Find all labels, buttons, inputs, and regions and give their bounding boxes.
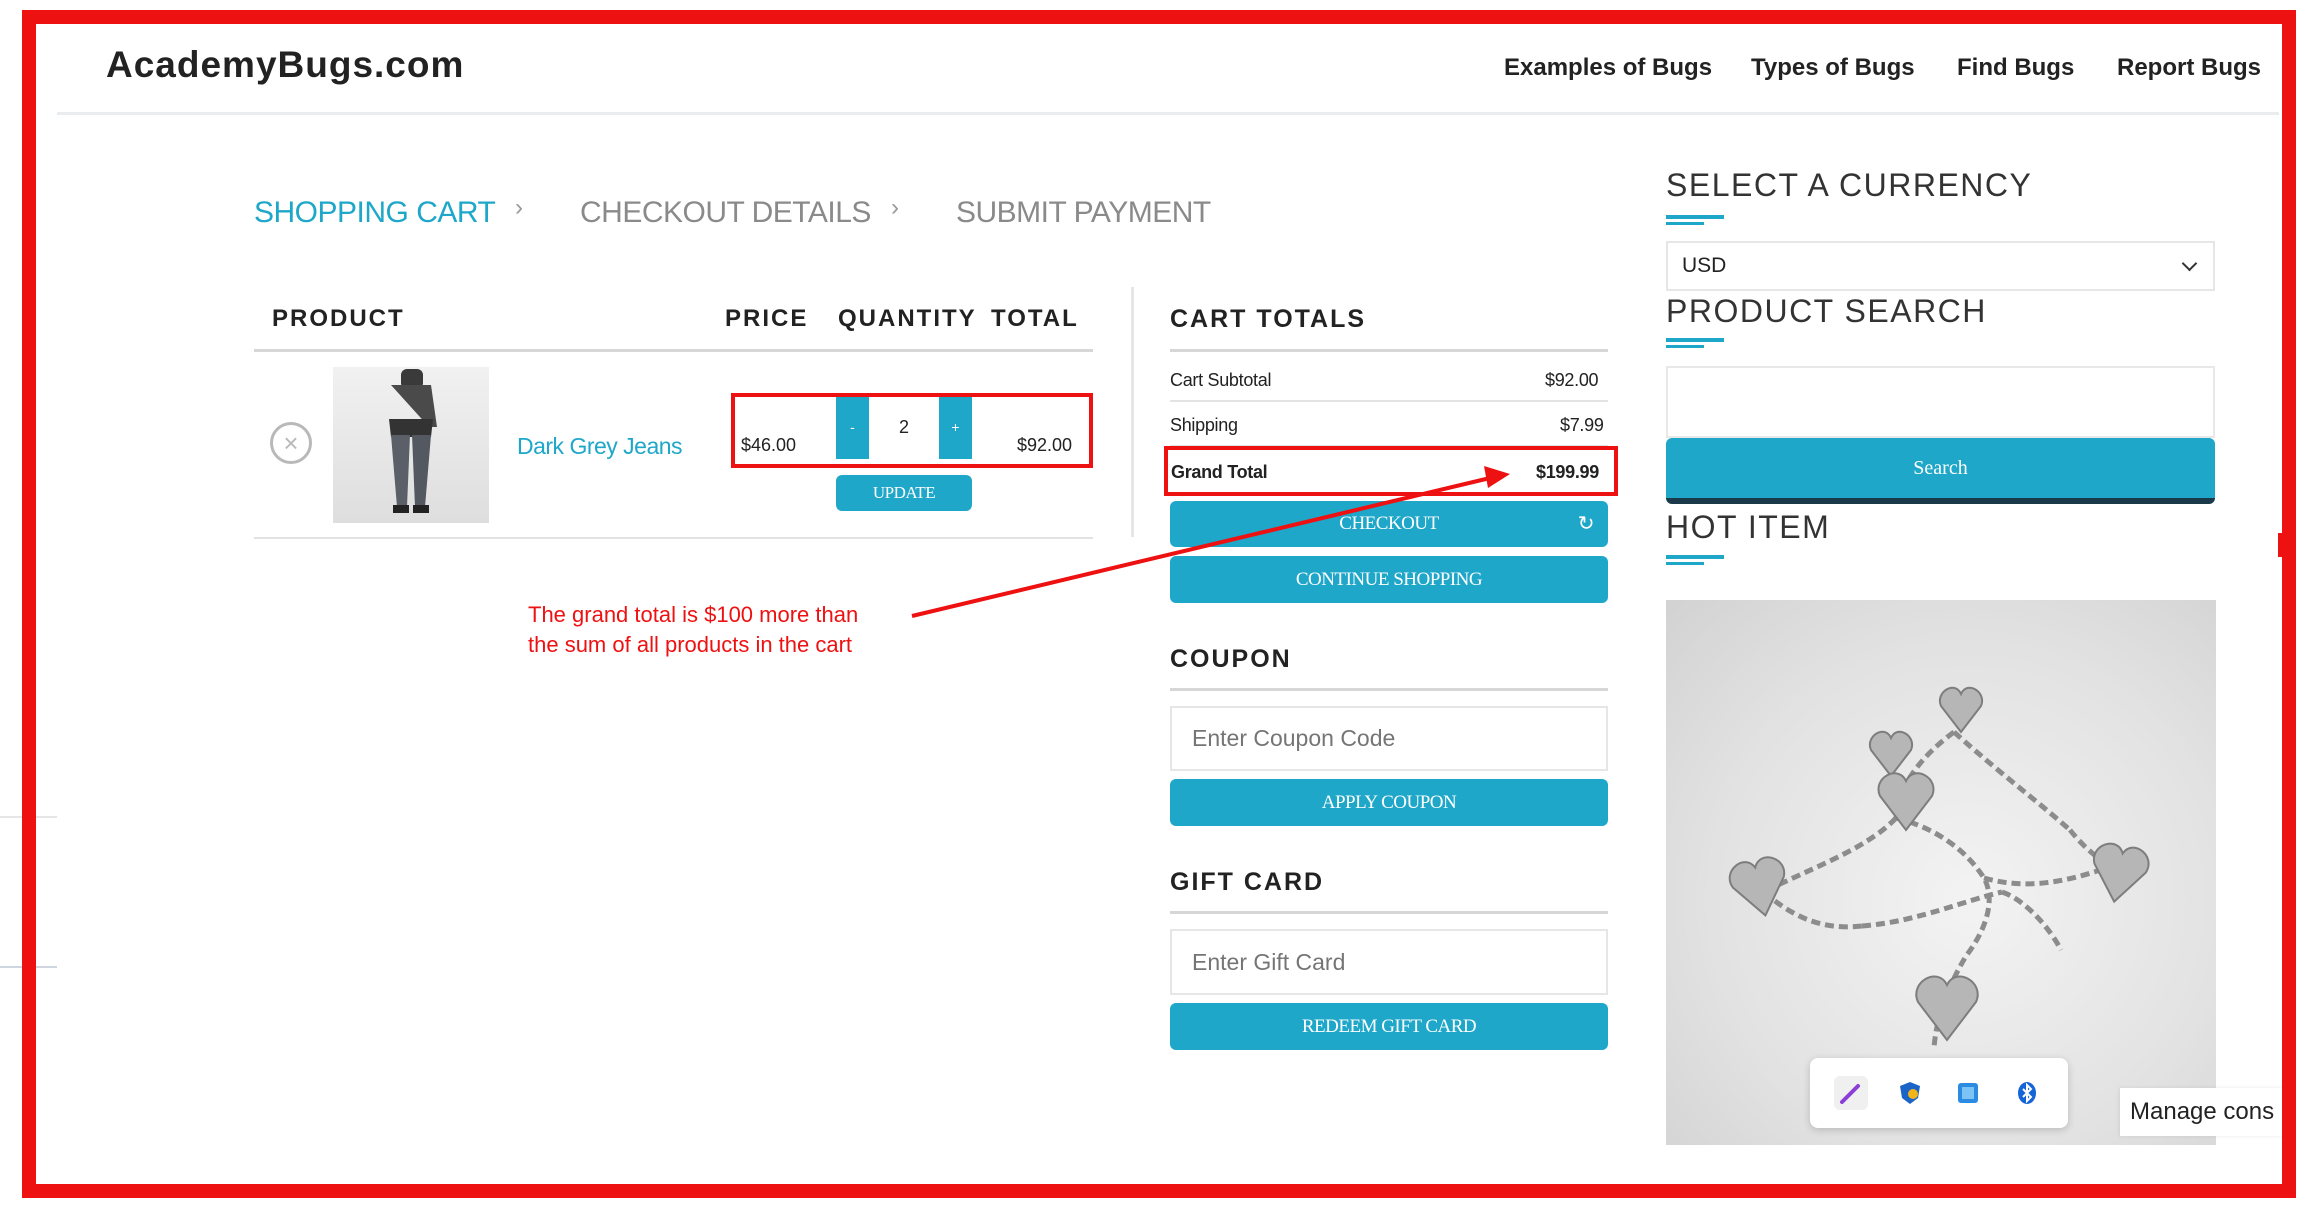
column-header-price: PRICE [725,305,809,332]
select-currency-title: SELECT A CURRENCY [1666,167,2033,203]
column-header-total: TOTAL [991,305,1079,332]
totals-row-divider [1170,400,1608,402]
annotation-line-1: The grand total is $100 more than [528,602,859,627]
breadcrumb-submit-payment[interactable]: SUBMIT PAYMENT [956,196,1211,230]
title-underline [1666,562,1704,565]
column-divider [1131,287,1134,537]
search-button[interactable]: Search [1666,438,2215,504]
title-underline [1666,215,1724,219]
title-underline [1666,345,1704,348]
gift-card-input[interactable] [1170,929,1608,995]
coupon-title: COUPON [1170,645,1292,673]
annotation-line-2: the sum of all products in the cart [528,632,853,657]
shield-icon[interactable] [1893,1076,1927,1110]
table-header-rule [254,349,1093,352]
table-row-rule [254,537,1093,539]
bug-annotation: The grand total is $100 more than the su… [528,600,858,660]
pen-icon[interactable] [1834,1076,1869,1110]
product-thumbnail[interactable] [333,367,489,523]
edge-marker [2278,533,2282,557]
floating-toolbar [1810,1058,2068,1128]
nav-find-bugs[interactable]: Find Bugs [1957,54,2074,82]
product-search-input[interactable] [1666,366,2215,438]
checkout-button[interactable]: CHECKOUT ↻ [1170,501,1608,547]
product-link-dark-grey-jeans[interactable]: Dark Grey Jeans [517,433,683,460]
column-header-quantity: QUANTITY [838,305,977,332]
title-underline [1666,222,1704,225]
bluetooth-icon[interactable] [2010,1076,2044,1110]
product-search-title: PRODUCT SEARCH [1666,293,1987,329]
update-cart-button[interactable]: UPDATE [836,475,972,511]
subtotal-label: Cart Subtotal [1170,370,1272,390]
continue-shopping-button[interactable]: CONTINUE SHOPPING [1170,556,1608,603]
header-divider [57,112,2279,115]
remove-item-icon[interactable]: × [270,422,312,464]
breadcrumb-checkout-details[interactable]: CHECKOUT DETAILS [580,196,871,230]
cart-totals-rule [1170,349,1608,352]
currency-select[interactable]: USD [1666,241,2215,291]
photo-icon[interactable] [1951,1076,1985,1110]
breadcrumb-shopping-cart[interactable]: SHOPPING CART [254,196,496,230]
checkout-label: CHECKOUT [1339,513,1439,534]
shipping-value: $7.99 [1560,415,1604,435]
title-underline [1666,555,1724,559]
manage-consent-button[interactable]: Manage cons [2120,1088,2286,1136]
coupon-code-input[interactable] [1170,706,1608,771]
redeem-gift-card-button[interactable]: REDEEM GIFT CARD [1170,1003,1608,1050]
edge-line [0,816,57,818]
column-header-product: PRODUCT [272,305,405,332]
site-logo[interactable]: AcademyBugs.com [106,44,464,86]
nav-report-bugs[interactable]: Report Bugs [2117,54,2261,82]
hot-item-title: HOT ITEM [1666,509,1831,545]
currency-value: USD [1682,254,1727,277]
annotation-highlight-box [731,393,1093,468]
edge-line [0,966,57,968]
refresh-icon: ↻ [1577,511,1595,535]
nav-types-of-bugs[interactable]: Types of Bugs [1751,54,1915,82]
nav-examples-of-bugs[interactable]: Examples of Bugs [1504,54,1712,82]
grand-total-highlight-box [1164,446,1618,496]
shipping-label: Shipping [1170,415,1238,435]
breadcrumb-separator-icon: › [891,194,899,221]
gift-card-rule [1170,911,1608,914]
cart-totals-title: CART TOTALS [1170,305,1367,333]
title-underline [1666,338,1724,342]
apply-coupon-button[interactable]: APPLY COUPON [1170,779,1608,826]
gift-card-title: GIFT CARD [1170,868,1325,896]
chevron-down-icon [2181,255,2198,271]
subtotal-value: $92.00 [1545,370,1599,390]
breadcrumb-separator-icon: › [515,194,523,221]
coupon-rule [1170,688,1608,691]
